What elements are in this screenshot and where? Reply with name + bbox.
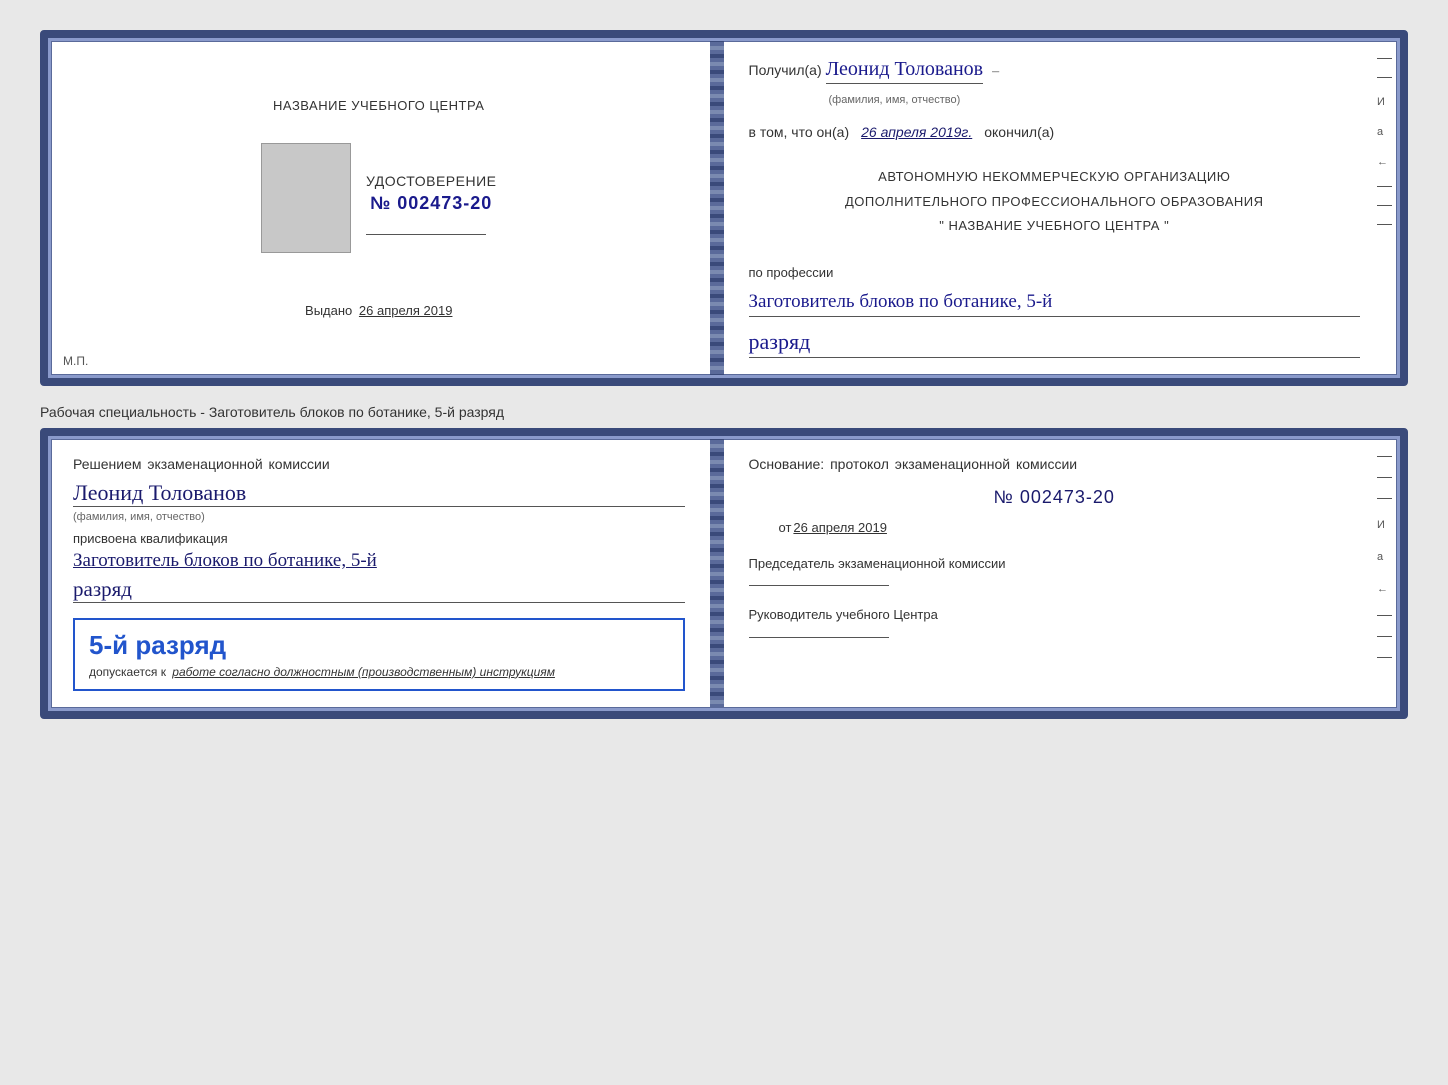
b-side-dash-3 (1377, 498, 1392, 499)
received-row: Получил(а) Леонид Толованов – (749, 58, 1361, 84)
received-prefix: Получил(а) (749, 62, 822, 78)
b-side-dash-6 (1377, 657, 1392, 658)
from-label: от (779, 520, 792, 535)
received-name: Леонид Толованов (826, 58, 984, 84)
org-line1: АВТОНОМНУЮ НЕКОММЕРЧЕСКУЮ ОРГАНИЗАЦИЮ (749, 167, 1361, 187)
b-side-dash-2 (1377, 477, 1392, 478)
side-dash-2 (1377, 77, 1392, 78)
b-side-dash-1 (1377, 456, 1392, 457)
bottom-right-side-decorations: И а ← (1377, 456, 1392, 658)
in-that-label: в том, что он(а) (749, 124, 850, 140)
person-name-large: Леонид Толованов (73, 480, 685, 507)
top-doc-divider (710, 38, 724, 378)
dash-after-name: – (992, 64, 999, 80)
from-date-row: от26 апреля 2019 (749, 520, 1361, 535)
issued-label: Выдано (305, 303, 352, 318)
stamp-box: 5-й разряд допускается к работе согласно… (73, 618, 685, 691)
org-block: АВТОНОМНУЮ НЕКОММЕРЧЕСКУЮ ОРГАНИЗАЦИЮ ДО… (749, 162, 1361, 241)
photo-placeholder (261, 143, 351, 253)
issued-line: Выдано 26 апреля 2019 (305, 303, 452, 318)
side-dash-1 (1377, 58, 1392, 59)
org-line2: ДОПОЛНИТЕЛЬНОГО ПРОФЕССИОНАЛЬНОГО ОБРАЗО… (749, 192, 1361, 212)
side-label-arrow: ← (1377, 156, 1392, 168)
chairman-label: Председатель экзаменационной комиссии (749, 555, 1361, 573)
director-signature-line (749, 637, 889, 638)
decision-title: Решением экзаменационной комиссии (73, 456, 685, 472)
page-wrapper: НАЗВАНИЕ УЧЕБНОГО ЦЕНТРА УДОСТОВЕРЕНИЕ №… (20, 20, 1428, 729)
bottom-doc-left: Решением экзаменационной комиссии Леонид… (48, 436, 710, 711)
b-side-label-arrow: ← (1377, 583, 1392, 595)
date-value: 26 апреля 2019г. (861, 124, 972, 140)
protocol-number: № 002473-20 (749, 487, 1361, 508)
stamp-rank: 5-й разряд (89, 630, 669, 661)
right-side-decorations: И а ← (1377, 58, 1392, 225)
profession-label: по профессии (749, 265, 1361, 280)
bottom-fio-sublabel: (фамилия, имя, отчество) (73, 511, 685, 523)
qualification-value: Заготовитель блоков по ботанике, 5-й (73, 549, 685, 574)
finished-label: окончил(а) (984, 124, 1054, 140)
cert-number: № 002473-20 (366, 193, 496, 214)
from-date-value: 26 апреля 2019 (793, 520, 887, 535)
top-doc-right: Получил(а) Леонид Толованов – (фамилия, … (724, 38, 1401, 378)
issued-date: 26 апреля 2019 (359, 303, 453, 318)
rank-value: разряд (749, 329, 1361, 358)
b-side-dash-5 (1377, 636, 1392, 637)
director-label: Руководитель учебного Центра (749, 606, 1361, 624)
b-side-label-i: И (1377, 519, 1392, 531)
b-side-label-a: а (1377, 551, 1392, 563)
side-dash-5 (1377, 224, 1392, 225)
bottom-document: Решением экзаменационной комиссии Леонид… (40, 428, 1408, 719)
chairman-signature-line (749, 585, 889, 586)
fio-sublabel: (фамилия, имя, отчество) (749, 94, 1361, 106)
side-label-a: а (1377, 126, 1392, 138)
rank-bottom: разряд (73, 577, 685, 603)
org-line3: " НАЗВАНИЕ УЧЕБНОГО ЦЕНТРА " (749, 216, 1361, 236)
admission-label: допускается к (89, 665, 166, 679)
side-label-i: И (1377, 96, 1392, 108)
top-document: НАЗВАНИЕ УЧЕБНОГО ЦЕНТРА УДОСТОВЕРЕНИЕ №… (40, 30, 1408, 386)
side-dash-4 (1377, 205, 1392, 206)
stamp-admission: допускается к работе согласно должностны… (89, 665, 669, 679)
top-doc-left: НАЗВАНИЕ УЧЕБНОГО ЦЕНТРА УДОСТОВЕРЕНИЕ №… (48, 38, 710, 378)
bottom-doc-divider (710, 436, 724, 711)
date-line: в том, что он(а) 26 апреля 2019г. окончи… (749, 124, 1361, 140)
mp-label: М.П. (63, 354, 88, 368)
b-side-dash-4 (1377, 615, 1392, 616)
side-dash-3 (1377, 186, 1392, 187)
cert-label: УДОСТОВЕРЕНИЕ (366, 173, 496, 189)
profession-value: Заготовитель блоков по ботанике, 5-й (749, 290, 1361, 318)
bottom-doc-right: Основание: протокол экзаменационной коми… (724, 436, 1401, 711)
basis-label: Основание: протокол экзаменационной коми… (749, 456, 1361, 472)
top-org-name-label: НАЗВАНИЕ УЧЕБНОГО ЦЕНТРА (273, 98, 484, 113)
admission-italic: работе согласно должностным (производств… (172, 665, 555, 679)
separator-text: Рабочая специальность - Заготовитель бло… (40, 396, 1408, 428)
assigned-label: присвоена квалификация (73, 531, 685, 546)
